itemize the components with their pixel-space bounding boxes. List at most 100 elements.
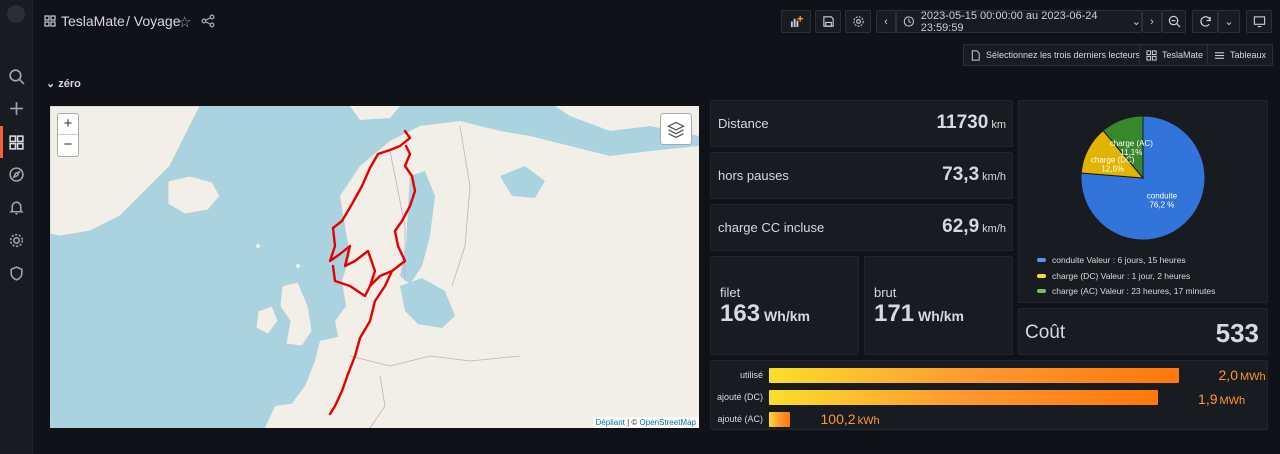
charge-cc-number: 62,9	[942, 216, 980, 237]
sidebar	[0, 0, 33, 454]
document-icon	[971, 49, 980, 61]
filet-panel: filet 163 Wh/km	[710, 256, 859, 355]
hors-pauses-label: hors pauses	[718, 168, 789, 183]
map-layers-icon[interactable]	[660, 113, 692, 145]
brut-unit: Wh/km	[918, 308, 964, 324]
route-map[interactable]: + − Dépliant | © OpenStreetMap	[50, 106, 699, 428]
time-range-label: 2023-05-15 00:00:00 au 2023-06-24 23:59:…	[920, 9, 1098, 34]
gear-icon[interactable]	[8, 232, 25, 249]
charge-cc-value: 62,9 km/h	[942, 216, 1006, 238]
legend-swatch-charge-dc	[1037, 274, 1046, 278]
cost-value: 533	[1215, 318, 1259, 348]
tv-mode-button[interactable]	[1246, 10, 1272, 33]
chevron-down-icon: ⌄	[46, 78, 56, 90]
shield-icon[interactable]	[8, 265, 25, 282]
dashboard-settings-button[interactable]	[845, 10, 871, 33]
legend-text-charge-ac: charge (AC) Valeur : 23 heures, 17 minut…	[1052, 286, 1216, 296]
save-dashboard-button[interactable]	[815, 10, 841, 33]
star-icon[interactable]: ☆	[178, 13, 191, 31]
energy-bar-label: utilisé	[739, 370, 763, 380]
hors-pauses-panel: hors pauses 73,3 km/h	[710, 152, 1013, 199]
hors-pauses-value: 73,3 km/h	[942, 164, 1006, 186]
energy-bar-value: 1,9 MWh	[1198, 391, 1245, 407]
breadcrumb-folder[interactable]: TeslaMate	[61, 13, 125, 29]
filet-value: 163 Wh/km	[720, 300, 810, 328]
osm-link[interactable]: OpenStreetMap	[640, 418, 696, 427]
zoom-out-time-button[interactable]	[1162, 10, 1186, 33]
distance-value: 11730 km	[937, 112, 1006, 134]
pie-label-conduite-pct: 76,2 %	[1149, 201, 1174, 210]
brut-label: brut	[874, 285, 897, 300]
legend-text-charge-dc: charge (DC) Valeur : 1 jour, 2 heures	[1052, 271, 1191, 281]
map-zoom-in-button[interactable]: +	[58, 114, 78, 135]
time-back-button[interactable]: ‹	[876, 10, 896, 33]
energy-bar-value: 2,0 MWh	[1219, 367, 1266, 383]
energy-bar	[769, 368, 1179, 383]
legend-charge-dc[interactable]: charge (DC) Valeur : 1 jour, 2 heures	[1037, 271, 1190, 281]
distance-number: 11730	[936, 112, 989, 133]
sidebar-active-indicator	[0, 126, 3, 158]
teslamate-link[interactable]: TeslaMate	[1139, 44, 1211, 66]
legend-swatch-charge-ac	[1037, 289, 1046, 293]
leaflet-link[interactable]: Dépliant	[596, 418, 625, 427]
energy-bar-number: 2,0	[1218, 367, 1238, 383]
refresh-button[interactable]	[1192, 10, 1218, 33]
filet-unit: Wh/km	[764, 308, 810, 324]
attribution-separator: | ©	[624, 418, 640, 427]
energy-bar-value: 100,2 kWh	[821, 411, 880, 427]
cost-panel: Coût 533	[1018, 308, 1268, 355]
pie-label-chargedc-pct: 12,6%	[1101, 164, 1124, 173]
pie-label-chargeac-pct: 11,1%	[1120, 148, 1142, 157]
pie-label-chargeac-name: charge (AC)	[1110, 139, 1153, 148]
row-header[interactable]: ⌄ zéro	[46, 77, 81, 90]
legend-charge-ac[interactable]: charge (AC) Valeur : 23 heures, 17 minut…	[1037, 286, 1215, 296]
brut-panel: brut 171 Wh/km	[864, 256, 1013, 355]
menu-icon	[1214, 51, 1225, 59]
distance-unit: km	[991, 119, 1006, 131]
filet-number: 163	[720, 300, 761, 327]
row-title: zéro	[58, 78, 81, 90]
dashboard-grid-icon	[1146, 49, 1157, 61]
grafana-logo-icon[interactable]	[7, 5, 25, 23]
map-tiles	[50, 106, 699, 428]
teslamate-link-label: TeslaMate	[1162, 50, 1204, 60]
plus-icon[interactable]	[8, 100, 25, 117]
top-navbar: TeslaMate / Voyage ☆ ‹ 2023-05-15 00:00:…	[33, 0, 1280, 42]
energy-bar	[769, 390, 1159, 405]
select-last-drives-link[interactable]: Sélectionnez les trois derniers lecteurs	[963, 44, 1148, 66]
time-forward-button[interactable]: ›	[1142, 10, 1162, 33]
energy-bar-number: 100,2	[820, 411, 856, 427]
refresh-interval-dropdown[interactable]: ⌄	[1218, 10, 1240, 33]
legend-swatch-conduite	[1037, 258, 1046, 262]
pie-chart: conduite76,2 %charge (DC)12,6%charge (AC…	[1080, 115, 1206, 241]
charge-cc-label: charge CC incluse	[718, 220, 825, 235]
time-range-picker[interactable]: 2023-05-15 00:00:00 au 2023-06-24 23:59:…	[896, 9, 1142, 34]
hors-pauses-number: 73,3	[942, 164, 980, 185]
tableaux-link-label: Tableaux	[1230, 50, 1267, 60]
dashboards-icon[interactable]	[8, 134, 25, 151]
explore-icon[interactable]	[8, 166, 25, 183]
alert-icon[interactable]	[8, 199, 25, 216]
breadcrumb-dashboard[interactable]: / Voyage	[126, 13, 181, 29]
distance-label: Distance	[718, 116, 769, 131]
energy-bar-label: ajouté (DC)	[716, 392, 763, 402]
chevron-down-icon: ⌄	[1131, 16, 1141, 28]
distance-panel: Distance 11730 km	[710, 100, 1013, 147]
brut-number: 171	[874, 300, 915, 327]
energy-bar-unit: MWh	[1219, 395, 1246, 407]
charge-cc-unit: km/h	[982, 223, 1006, 235]
legend-conduite[interactable]: conduite Valeur : 6 jours, 15 heures	[1037, 255, 1186, 265]
tableaux-link[interactable]: Tableaux	[1207, 44, 1274, 66]
search-icon[interactable]	[8, 68, 25, 85]
share-icon[interactable]	[201, 14, 215, 28]
brut-value: 171 Wh/km	[874, 300, 964, 328]
charge-cc-panel: charge CC incluse 62,9 km/h	[710, 204, 1013, 251]
map-attribution: Dépliant | © OpenStreetMap	[592, 417, 699, 428]
energy-bar	[769, 412, 790, 427]
add-panel-button[interactable]	[781, 10, 811, 33]
dashboard-grid-icon	[44, 15, 56, 27]
filet-label: filet	[720, 285, 741, 300]
energy-bar-number: 1,9	[1198, 391, 1218, 407]
map-zoom-out-button[interactable]: −	[58, 135, 78, 156]
legend-text-conduite: conduite Valeur : 6 jours, 15 heures	[1052, 255, 1186, 265]
